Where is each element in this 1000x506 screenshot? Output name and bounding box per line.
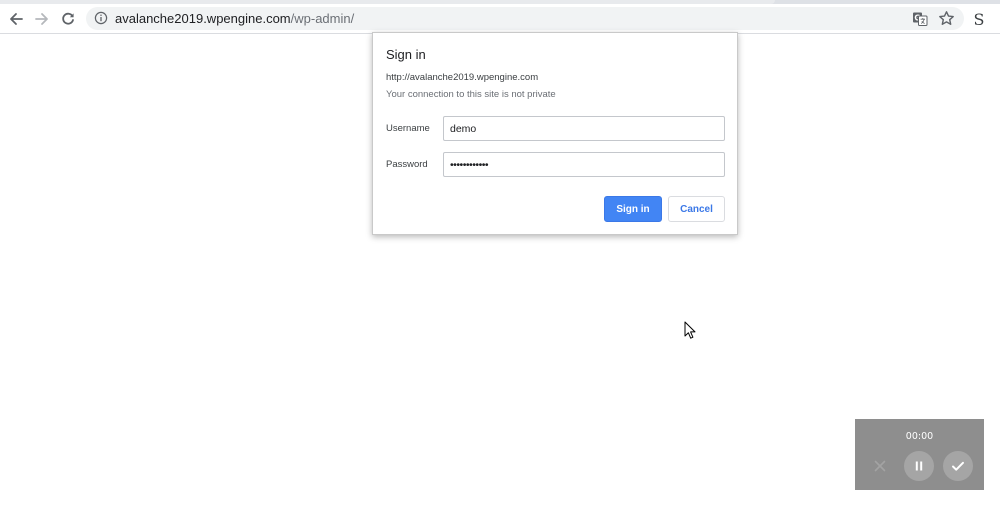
close-icon [874,460,886,472]
info-icon[interactable] [94,11,108,25]
reload-icon [62,12,74,25]
back-button[interactable] [5,8,27,30]
mouse-pointer-icon [684,321,696,339]
password-input[interactable] [443,152,725,177]
url-path: /wp-admin/ [290,11,355,26]
arrow-right-icon [35,13,48,25]
connection-warning: Your connection to this site is not priv… [386,89,556,100]
profile-avatar[interactable]: S [970,10,988,30]
username-input[interactable] [443,116,725,141]
pause-icon [915,461,923,471]
dialog-origin: http://avalanche2019.wpengine.com [386,72,539,83]
url-text[interactable]: avalanche2019.wpengine.com/wp-admin/ [115,11,354,26]
reload-button[interactable] [57,8,79,30]
http-auth-dialog: Sign in http://avalanche2019.wpengine.co… [372,32,738,235]
browser-toolbar: avalanche2019.wpengine.com/wp-admin/ G S [0,4,1000,34]
dialog-title: Sign in [386,47,426,62]
url-host: avalanche2019.wpengine.com [115,11,291,26]
screen-recorder-widget: 00:00 [855,419,984,490]
pause-recording-button[interactable] [904,451,934,481]
arrow-left-icon [10,13,23,25]
check-icon [952,461,964,471]
address-bar[interactable]: avalanche2019.wpengine.com/wp-admin/ G [86,7,964,30]
password-label: Password [386,159,428,170]
translate-icon[interactable]: G [912,11,928,27]
discard-recording-button[interactable] [865,451,895,481]
recording-timer: 00:00 [905,431,934,442]
finish-recording-button[interactable] [943,451,973,481]
forward-button[interactable] [31,8,53,30]
star-icon[interactable] [938,10,955,27]
sign-in-button[interactable]: Sign in [604,196,662,222]
username-label: Username [386,123,430,134]
cancel-button[interactable]: Cancel [668,196,725,222]
